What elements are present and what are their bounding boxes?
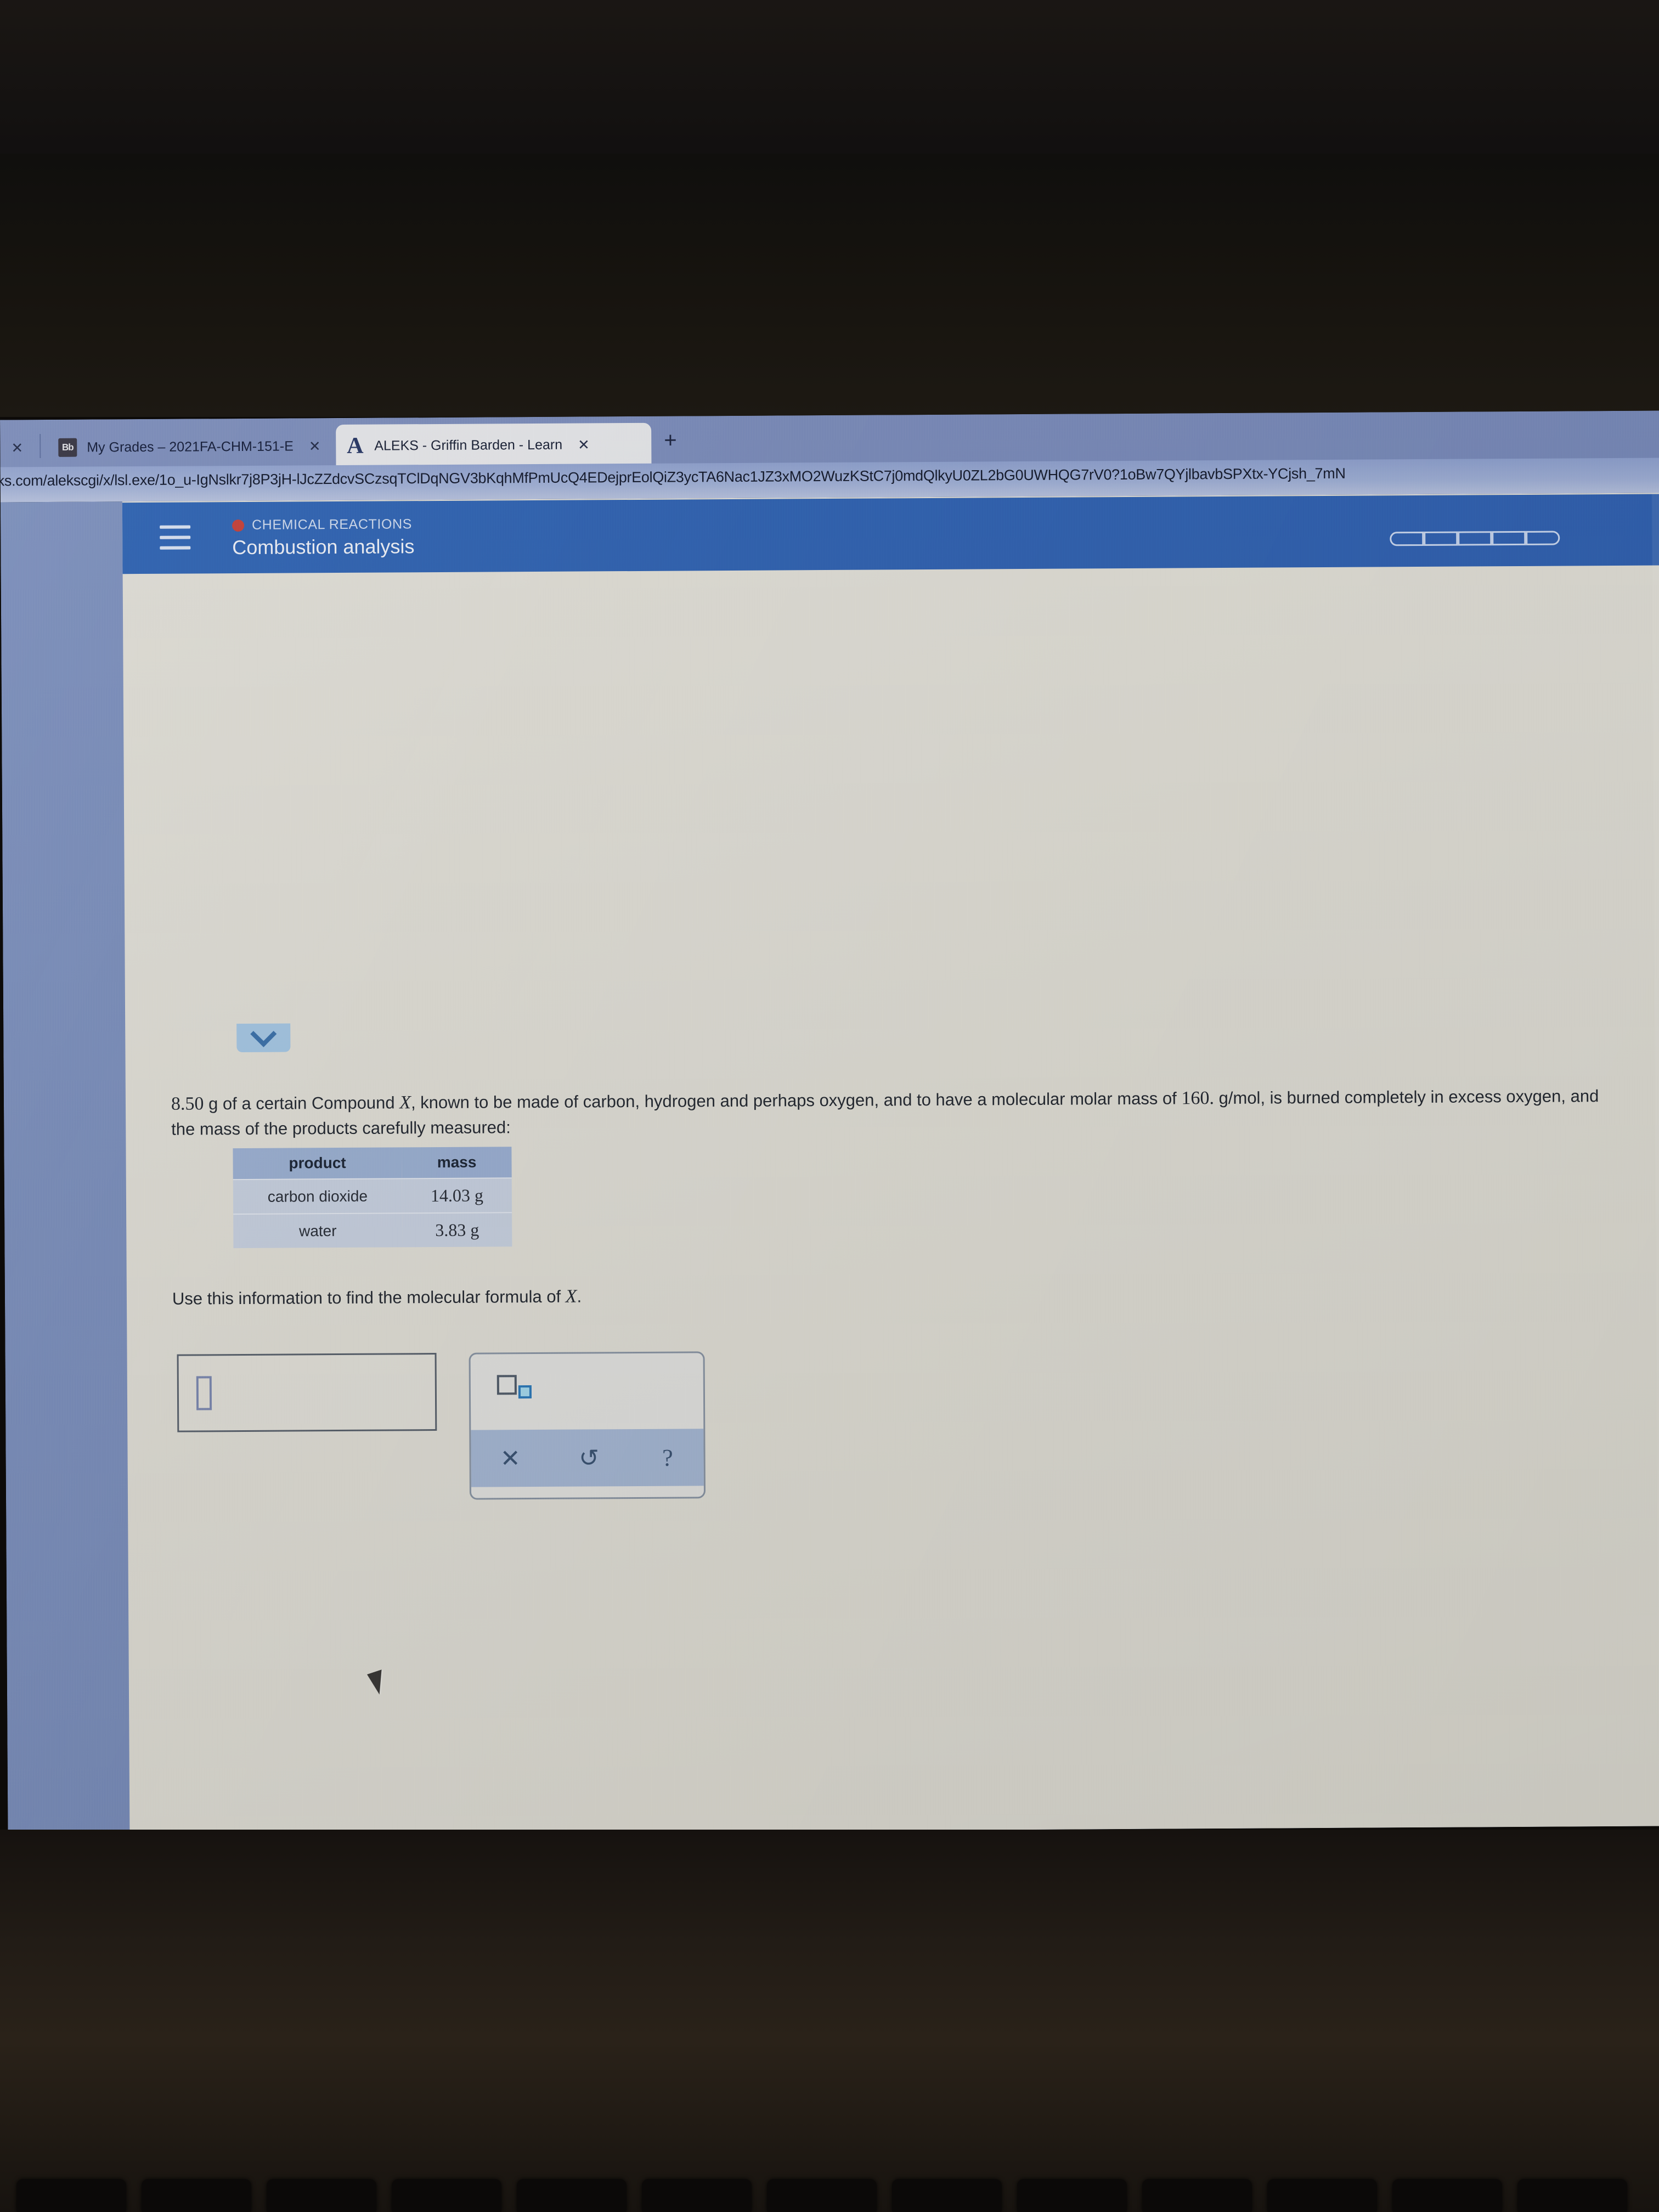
keyboard-key [517,2179,627,2212]
column-header-mass: mass [402,1147,512,1179]
keyboard-key [892,2179,1002,2212]
laptop-screen: ✕ Bb My Grades – 2021FA-CHM-151-E ✕ A AL… [0,410,1659,1836]
progress-segment [1390,531,1424,546]
table-row: water 3.83 g [233,1212,512,1249]
cell-mass: 14.03 g [402,1178,512,1214]
laptop-bezel-bottom [0,1830,1659,2212]
tab-my-grades[interactable]: Bb My Grades – 2021FA-CHM-151-E ✕ [48,425,334,469]
cell-product: carbon dioxide [233,1178,403,1215]
topic-status-dot-icon [232,519,245,532]
keyboard-key [392,2179,501,2212]
instruction-text-before: Use this information to find the molecul… [172,1286,561,1308]
progress-segment [1526,531,1560,545]
problem-mass-value: 8.50 [171,1093,204,1114]
keyboard-key [1392,2179,1502,2212]
hamburger-icon[interactable] [160,525,191,550]
products-table: product mass carbon dioxide 14.03 g wate… [233,1147,512,1249]
laptop-keyboard [0,2172,1659,2212]
problem-statement: 8.50 g of a certain Compound X, known to… [171,1083,1620,1142]
blackboard-icon: Bb [58,438,77,457]
keyboard-key [642,2179,752,2212]
keyboard-key [1517,2179,1627,2212]
instruction-text: Use this information to find the molecul… [172,1286,582,1310]
keyboard-key [267,2179,376,2212]
tab-divider [40,434,41,459]
problem-text-2: , known to be made of carbon, hydrogen a… [410,1088,1177,1113]
cell-product: water [233,1213,403,1249]
subscript-template-icon[interactable] [496,1375,532,1399]
keyboard-key [1267,2179,1377,2212]
progress-bar [1390,531,1560,546]
molar-mass-value: 160. [1181,1088,1215,1109]
problem-text-1: g of a certain Compound [208,1093,395,1114]
tab-aleks[interactable]: A ALEKS - Griffin Barden - Learn ✕ [336,422,652,468]
progress-segment [1492,531,1526,546]
keyboard-key [767,2179,877,2212]
close-icon[interactable]: ✕ [309,438,321,455]
subscript-index-box [518,1385,532,1399]
collapse-toggle[interactable] [236,1020,291,1053]
aleks-icon: A [346,433,364,459]
laptop-photo: ✕ Bb My Grades – 2021FA-CHM-151-E ✕ A AL… [0,0,1659,2212]
table-row: carbon dioxide 14.03 g [233,1178,512,1215]
keyboard-key [16,2179,126,2212]
progress-segment [1458,531,1492,546]
page-title: Combustion analysis [232,535,415,559]
subscript-base-box [496,1375,517,1395]
text-caret-box [196,1376,212,1410]
keyboard-key [1142,2179,1252,2212]
undo-button[interactable]: ↺ [550,1444,629,1472]
answer-input[interactable] [177,1353,437,1432]
chevron-down-icon [250,1020,277,1047]
cell-mass: 3.83 g [402,1212,512,1248]
tab-partial-left[interactable]: ✕ [0,426,33,470]
topic-breadcrumb: CHEMICAL REACTIONS [232,516,412,533]
tab-title: ALEKS - Griffin Barden - Learn [374,437,563,454]
laptop-bezel-top [0,0,1659,417]
tab-title: My Grades – 2021FA-CHM-151-E [87,438,294,455]
math-keypad-panel: ✕ ↺ ? [469,1351,706,1500]
new-tab-button[interactable]: + [664,428,677,453]
clear-button[interactable]: ✕ [471,1444,550,1472]
topic-label: CHEMICAL REACTIONS [252,516,413,533]
close-icon[interactable]: ✕ [578,436,590,453]
help-button[interactable]: ? [628,1443,706,1472]
keypad-button-row: ✕ ↺ ? [471,1429,706,1487]
column-header-product: product [233,1147,402,1180]
close-icon[interactable]: ✕ [11,439,23,456]
progress-segment [1424,531,1458,546]
aleks-header-bar: CHEMICAL REACTIONS Combustion analysis G… [122,494,1659,574]
keyboard-key [1017,2179,1127,2212]
keyboard-key [142,2179,251,2212]
compound-variable: X [399,1092,411,1113]
compound-variable: X [565,1286,577,1307]
instruction-text-after: . [577,1286,582,1306]
table-header-row: product mass [233,1147,512,1180]
bezel-glow [0,0,1659,154]
